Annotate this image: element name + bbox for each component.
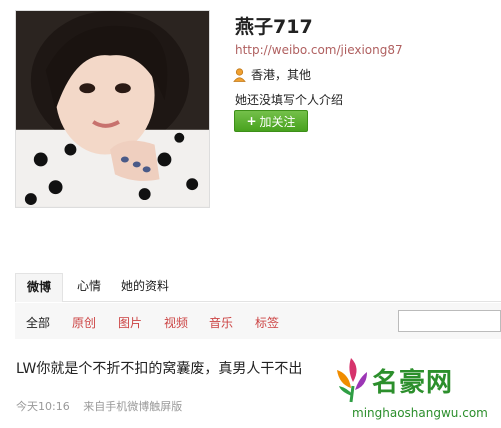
filter-videos[interactable]: 视频: [164, 314, 188, 331]
watermark-url: minghaoshangwu.com: [352, 406, 488, 420]
filter-bar: 全部 原创 图片 视频 音乐 标签: [15, 303, 501, 339]
profile-bio: 她还没填写个人介绍: [235, 93, 344, 107]
follow-button[interactable]: + 加关注: [234, 110, 308, 132]
watermark-logo-icon: [337, 358, 367, 403]
watermark-title: 名豪网: [372, 368, 454, 398]
site-watermark: 名豪网 minghaoshangwu.com: [325, 352, 501, 428]
profile-photo[interactable]: [15, 10, 210, 208]
profile-tab-bar: 微博 心情 她的资料: [15, 268, 501, 302]
profile-nickname: 燕子717: [235, 16, 313, 38]
plus-icon: +: [246, 114, 257, 128]
filter-original[interactable]: 原创: [72, 314, 96, 331]
filter-search-input[interactable]: [398, 310, 501, 332]
filter-tags[interactable]: 标签: [255, 314, 279, 331]
post-source-link[interactable]: 来自手机微博触屏版: [83, 400, 182, 413]
person-icon: [233, 67, 246, 82]
follow-button-label: 加关注: [259, 114, 296, 129]
tab-mood[interactable]: 心情: [77, 277, 101, 294]
tab-profile-info[interactable]: 她的资料: [121, 277, 169, 294]
profile-location: 香港，其他: [233, 66, 311, 83]
filter-images[interactable]: 图片: [118, 314, 142, 331]
tab-weibo[interactable]: 微博: [15, 273, 64, 302]
filter-all[interactable]: 全部: [26, 314, 50, 331]
profile-url-link[interactable]: http://weibo.com/jiexiong87: [235, 43, 403, 57]
post-meta: 今天10:16 来自手机微博触屏版: [16, 398, 182, 414]
post-time-link[interactable]: 今天10:16: [16, 400, 70, 413]
location-text: 香港，其他: [251, 68, 312, 82]
post-text: LW你就是个不折不扣的窝囊废，真男人干不出: [16, 361, 303, 377]
filter-music[interactable]: 音乐: [209, 314, 233, 331]
avatar-image: [16, 11, 209, 207]
